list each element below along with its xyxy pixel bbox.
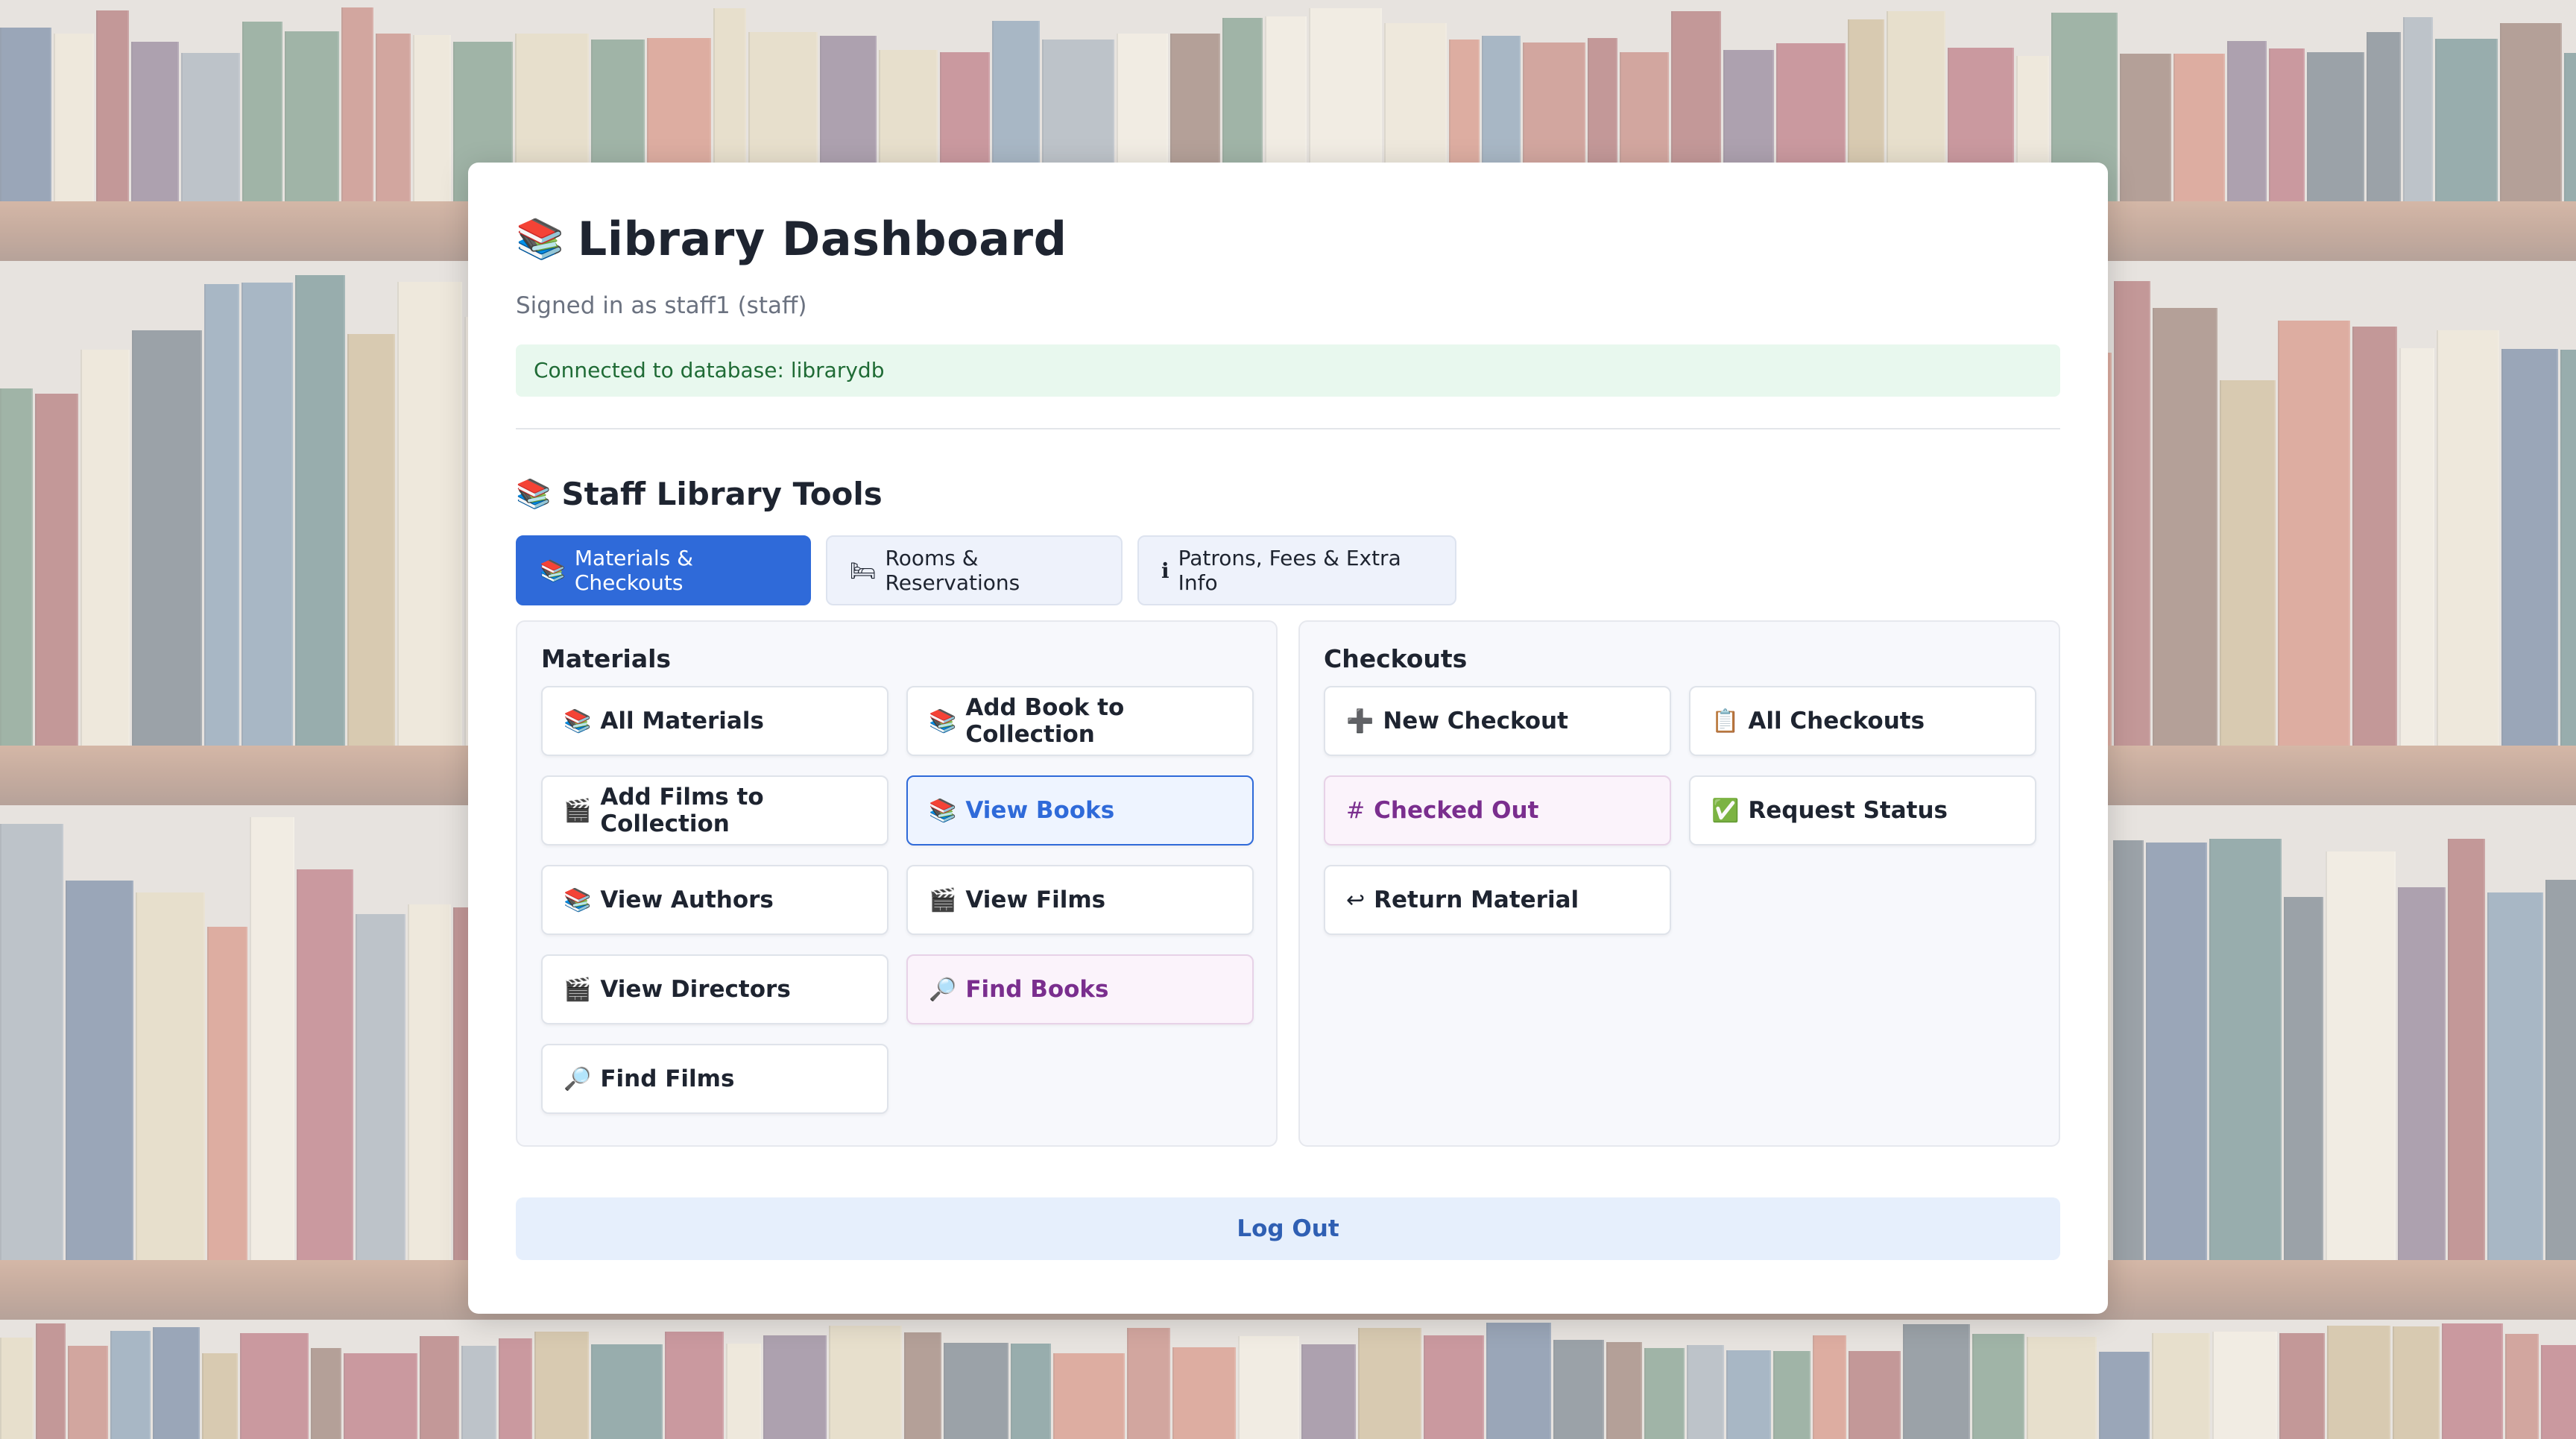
- request-status-button[interactable]: ✅ Request Status: [1689, 775, 2036, 846]
- check-mark-icon: ✅: [1711, 797, 1740, 824]
- find-films-button[interactable]: 🔎 Find Films: [541, 1044, 888, 1114]
- tab-label: Rooms & Reservations: [885, 546, 1020, 595]
- tool-panels: Materials 📚 All Materials 📚 Add Book to …: [516, 620, 2060, 1147]
- tools-title: Staff Library Tools: [561, 475, 883, 512]
- materials-title: Materials: [541, 644, 672, 673]
- all-materials-button[interactable]: 📚 All Materials: [541, 686, 888, 756]
- magnifier-icon: 🔎: [929, 976, 957, 1003]
- clapperboard-icon: 🎬: [564, 976, 592, 1003]
- clipboard-icon: 📋: [1711, 708, 1740, 734]
- button-label: Return Material: [1374, 887, 1579, 913]
- button-label: All Checkouts: [1748, 708, 1925, 734]
- button-label: Find Books: [965, 976, 1109, 1003]
- button-label: Checked Out: [1374, 797, 1539, 824]
- button-label: Add Films to Collection: [600, 784, 764, 837]
- button-label: View Authors: [600, 887, 774, 913]
- books-icon: 📚: [564, 887, 592, 913]
- tab-materials-checkouts[interactable]: 📚 Materials & Checkouts: [516, 535, 811, 605]
- button-label: All Materials: [600, 708, 764, 734]
- button-label: View Films: [965, 887, 1106, 913]
- all-checkouts-button[interactable]: 📋 All Checkouts: [1689, 686, 2036, 756]
- title-row: 📚 Library Dashboard: [516, 207, 2060, 270]
- return-arrow-icon: ↩: [1346, 887, 1366, 913]
- bed-icon: 🛏: [850, 558, 877, 583]
- checkouts-panel: Checkouts ➕ New Checkout 📋 All Checkouts…: [1298, 620, 2060, 1147]
- checkouts-title: Checkouts: [1324, 644, 1468, 673]
- books-icon: 📚: [564, 708, 592, 734]
- return-material-button[interactable]: ↩ Return Material: [1324, 865, 1671, 935]
- books-icon: 📚: [516, 216, 564, 262]
- hash-icon: #: [1346, 797, 1366, 824]
- button-label: View Directors: [600, 976, 791, 1003]
- logout-button[interactable]: Log Out: [516, 1197, 2060, 1260]
- new-checkout-button[interactable]: ➕ New Checkout: [1324, 686, 1671, 756]
- clapperboard-icon: 🎬: [564, 797, 592, 824]
- info-icon: ℹ: [1161, 558, 1169, 583]
- tab-rooms-reservations[interactable]: 🛏 Rooms & Reservations: [826, 535, 1123, 605]
- dashboard-card: 📚 Library Dashboard Signed in as staff1 …: [468, 163, 2108, 1314]
- checked-out-button[interactable]: # Checked Out: [1324, 775, 1671, 846]
- view-books-button[interactable]: 📚 View Books: [906, 775, 1254, 846]
- clapperboard-icon: 🎬: [929, 887, 957, 913]
- tab-bar: 📚 Materials & Checkouts 🛏 Rooms & Reserv…: [516, 535, 2060, 605]
- checkouts-grid: ➕ New Checkout 📋 All Checkouts # Checked…: [1324, 686, 2036, 935]
- plus-icon: ➕: [1346, 708, 1374, 734]
- page-title: Library Dashboard: [577, 211, 1067, 266]
- magnifier-icon: 🔎: [564, 1065, 592, 1092]
- materials-grid: 📚 All Materials 📚 Add Book to Collection…: [541, 686, 1254, 1114]
- tab-label: Patrons, Fees & Extra Info: [1178, 546, 1401, 595]
- add-films-button[interactable]: 🎬 Add Films to Collection: [541, 775, 888, 846]
- books-icon: 📚: [540, 558, 566, 583]
- divider: [516, 428, 2060, 429]
- tab-patrons-fees[interactable]: ℹ Patrons, Fees & Extra Info: [1137, 535, 1456, 605]
- view-directors-button[interactable]: 🎬 View Directors: [541, 954, 888, 1024]
- tools-heading: 📚 Staff Library Tools: [516, 473, 2060, 514]
- find-books-button[interactable]: 🔎 Find Books: [906, 954, 1254, 1024]
- signed-in-text: Signed in as staff1 (staff): [516, 292, 807, 319]
- db-status-banner: Connected to database: librarydb: [516, 344, 2060, 397]
- books-icon: 📚: [516, 476, 552, 510]
- view-films-button[interactable]: 🎬 View Films: [906, 865, 1254, 935]
- books-icon: 📚: [929, 797, 957, 824]
- button-label: View Books: [965, 797, 1115, 824]
- materials-panel: Materials 📚 All Materials 📚 Add Book to …: [516, 620, 1278, 1147]
- button-label: New Checkout: [1383, 708, 1568, 734]
- view-authors-button[interactable]: 📚 View Authors: [541, 865, 888, 935]
- books-icon: 📚: [929, 708, 957, 734]
- button-label: Request Status: [1748, 797, 1948, 824]
- button-label: Add Book to Collection: [965, 694, 1125, 748]
- add-book-button[interactable]: 📚 Add Book to Collection: [906, 686, 1254, 756]
- button-label: Find Films: [600, 1065, 735, 1092]
- tab-label: Materials & Checkouts: [574, 546, 693, 595]
